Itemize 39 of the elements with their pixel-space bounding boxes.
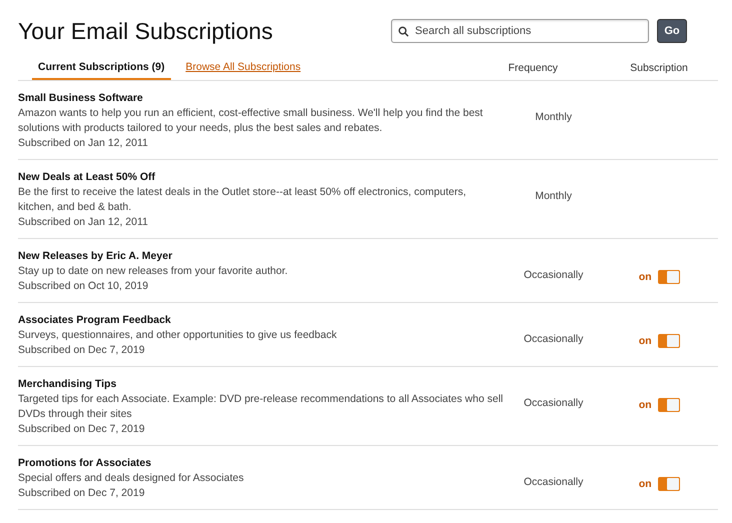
subscription-name: Associates Program Feedback — [18, 313, 172, 328]
frequency-text: Occasionally — [522, 332, 584, 347]
frequency-text: Occasionally — [522, 475, 584, 490]
toggle-label: on — [638, 334, 652, 349]
toggle-label: on — [638, 270, 652, 285]
tab[interactable]: Browse All Subscriptions — [180, 61, 306, 80]
subscription-name: New Deals at Least 50% Off — [18, 170, 156, 185]
subscription-description: Stay up to date on new releases from your favorite author. — [18, 264, 289, 279]
subscribed-date: Subscribed on Oct 10, 2019 — [18, 279, 150, 294]
frequency-text: Monthly — [534, 189, 573, 204]
subscription-name: Promotions for Associates — [18, 456, 152, 471]
subscription-description: Amazon wants to help you run an efficient, cost-effective small business. We'll help you find the best solutions with products tailored to your needs, plus the best sales and rebates. — [18, 106, 484, 136]
toggle-label: on — [638, 398, 652, 413]
subscription-name: Small Business Software — [18, 91, 144, 106]
frequency-text: Monthly — [534, 110, 573, 125]
subscription-description: Targeted tips for each Associate. Example: DVD pre-release recommendations to all Associates who sell DVDs through their sites — [18, 392, 504, 422]
toggle-switch[interactable] — [658, 334, 680, 348]
subscribed-date: Subscribed on Dec 7, 2019 — [18, 422, 146, 437]
frequency-text: Occasionally — [522, 268, 584, 283]
toggle-switch[interactable] — [658, 398, 680, 412]
search-field[interactable]: Search all subscriptions — [391, 19, 649, 43]
subscribed-date: Subscribed on Jan 12, 2011 — [18, 136, 149, 151]
column-header: Frequency — [507, 62, 559, 76]
column-header: Subscription — [629, 62, 689, 76]
subscription-description: Special offers and deals designed for Associates — [18, 471, 245, 486]
subscribed-date: Subscribed on Jan 12, 2011 — [18, 215, 149, 230]
page-title: Your Email Subscriptions — [18, 18, 274, 44]
subscription-description: Be the first to receive the latest deals in the Outlet store--at least 50% off electronics, computers, kitchen, and bed & bath. — [18, 185, 468, 215]
subscription-name: Merchandising Tips — [18, 377, 118, 392]
toggle-switch[interactable] — [658, 270, 680, 284]
toggle-label: on — [638, 477, 652, 492]
tab[interactable]: Current Subscriptions (9) — [32, 61, 171, 80]
go-button[interactable]: Go — [657, 19, 687, 43]
subscription-description: Surveys, questionnaires, and other opportunities to give us feedback — [18, 328, 338, 343]
subscribed-date: Subscribed on Dec 7, 2019 — [18, 343, 146, 358]
toggle-switch[interactable] — [658, 477, 680, 491]
frequency-text: Occasionally — [522, 396, 584, 411]
subscription-name: New Releases by Eric A. Meyer — [18, 249, 174, 264]
subscribed-date: Subscribed on Dec 7, 2019 — [18, 486, 146, 501]
